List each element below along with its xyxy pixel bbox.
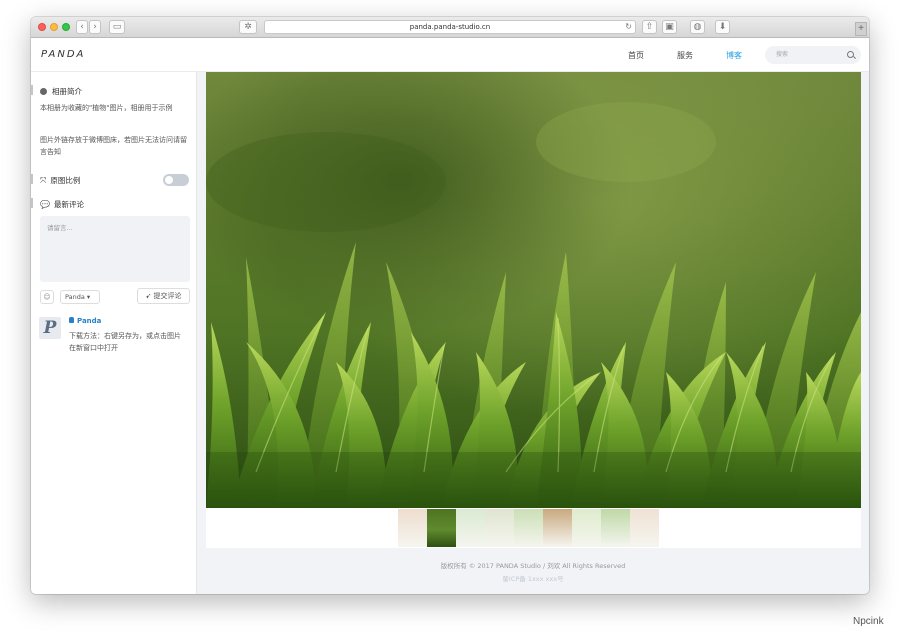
share-icon: ⇧: [645, 22, 654, 32]
nav-home[interactable]: 首页: [628, 50, 644, 61]
search-input[interactable]: 搜索: [765, 46, 861, 64]
privacy-button[interactable]: ✲: [239, 20, 257, 34]
thumbnail[interactable]: [514, 509, 543, 547]
extension-button[interactable]: ◍: [690, 20, 705, 34]
comment-icon: 💬: [40, 200, 50, 209]
photo-card: [206, 72, 861, 548]
comment-textarea[interactable]: 请留言...: [40, 216, 190, 282]
submit-label: 提交评论: [153, 292, 182, 300]
section-marker: [31, 85, 33, 95]
reader-icon: ▣: [665, 22, 674, 32]
user-icon: [69, 317, 74, 323]
album-sidebar: 相册简介 本相册为收藏的"植物"图片，相册用于示例 图片外链存放于微博图床，若图…: [31, 72, 197, 594]
comment-author[interactable]: Panda: [69, 317, 101, 325]
original-ratio-toggle[interactable]: [163, 174, 189, 186]
download-icon: ⬇: [718, 22, 727, 32]
new-tab-button[interactable]: +: [855, 22, 867, 36]
info-icon: [40, 88, 47, 95]
search-icon[interactable]: [847, 51, 854, 58]
smiley-icon: ☺: [43, 293, 51, 301]
site-logo[interactable]: PANDA: [41, 49, 85, 60]
chevron-right-icon: ›: [93, 22, 97, 32]
section-marker: [31, 174, 33, 184]
thumbnail[interactable]: [456, 509, 485, 547]
reload-icon[interactable]: ↻: [625, 21, 632, 33]
url-text: panda.panda-studio.cn: [409, 23, 491, 31]
footer-icp[interactable]: 蜀ICP备 1xxx xxx号: [197, 573, 869, 583]
share-button[interactable]: ⇧: [642, 20, 657, 34]
submit-comment-button[interactable]: ➹ 提交评论: [137, 288, 190, 304]
footer-copyright: 版权所有 © 2017 PANDA Studio / 刘欢 All Rights…: [440, 562, 626, 570]
user-select[interactable]: Panda ▾: [60, 290, 100, 304]
reader-button[interactable]: ▣: [662, 20, 677, 34]
browser-toolbar: ‹ › ▭ ✲ panda.panda-studio.cn ↻ ⇧ ▣ ◍ ⬇ …: [31, 17, 869, 38]
forward-button[interactable]: ›: [89, 20, 101, 34]
thumbnail-strip: [398, 509, 659, 547]
thumbnail[interactable]: [485, 509, 514, 547]
comments-heading: 💬 最新评论: [31, 198, 84, 210]
intro-heading-text: 相册简介: [52, 87, 82, 96]
thumbnail[interactable]: [572, 509, 601, 547]
comment-author-name: Panda: [77, 317, 102, 325]
back-button[interactable]: ‹: [76, 20, 88, 34]
emoji-button[interactable]: ☺: [40, 290, 54, 304]
thumbnail[interactable]: [630, 509, 659, 547]
thumbnail[interactable]: [543, 509, 572, 547]
intro-heading: 相册简介: [31, 85, 82, 97]
globe-icon: ◍: [693, 22, 702, 32]
comment-text: 下载方法：右键另存为，或点击图片在新窗口中打开: [69, 332, 181, 352]
thumbnail[interactable]: [398, 509, 427, 547]
comment-placeholder: 请留言...: [47, 224, 73, 232]
site-header: PANDA 首页 服务 博客 搜索: [31, 38, 869, 72]
expand-icon: ⤧: [40, 175, 47, 185]
search-placeholder: 搜索: [776, 51, 789, 58]
thumbnail[interactable]: [427, 509, 456, 547]
ratio-heading-text: 原图比例: [50, 176, 81, 185]
zoom-window-button[interactable]: [62, 23, 70, 31]
shield-icon: ✲: [244, 22, 252, 32]
address-bar[interactable]: panda.panda-studio.cn ↻: [264, 20, 636, 34]
section-marker: [31, 198, 33, 208]
downloads-button[interactable]: ⬇: [715, 20, 730, 34]
minimize-window-button[interactable]: [50, 23, 58, 31]
plus-icon: +: [858, 23, 864, 34]
browser-window: ‹ › ▭ ✲ panda.panda-studio.cn ↻ ⇧ ▣ ◍ ⬇ …: [31, 17, 869, 594]
nav-blog[interactable]: 博客: [726, 50, 742, 61]
main-photo[interactable]: [206, 72, 861, 508]
chevron-left-icon: ‹: [80, 22, 84, 32]
intro-text-2: 图片外链存放于微博图床，若图片无法访问请留言告知: [40, 136, 187, 156]
watermark: Npcink: [853, 616, 884, 627]
gallery-main: 版权所有 © 2017 PANDA Studio / 刘欢 All Rights…: [197, 72, 869, 594]
close-window-button[interactable]: [38, 23, 46, 31]
sidebar-toggle-button[interactable]: ▭: [109, 20, 125, 34]
sidebar-icon: ▭: [112, 22, 122, 32]
intro-text-1: 本相册为收藏的"植物"图片，相册用于示例: [40, 104, 173, 112]
comments-heading-text: 最新评论: [53, 200, 84, 209]
avatar: P: [39, 317, 61, 339]
send-icon: ➹: [145, 292, 152, 300]
thumbnail[interactable]: [601, 509, 630, 547]
nav-services[interactable]: 服务: [677, 50, 693, 61]
ratio-heading: ⤧ 原图比例: [31, 174, 81, 186]
